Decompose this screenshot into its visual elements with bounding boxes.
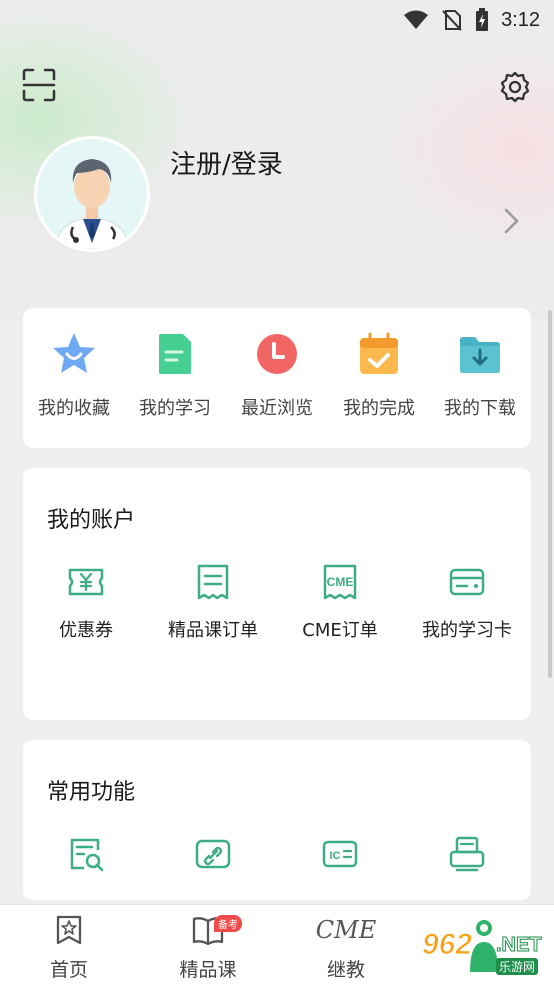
account-item-cme-orders[interactable]: CME CME订单 [277, 562, 403, 642]
document-icon [159, 334, 191, 374]
account-item-label: 我的学习卡 [422, 620, 512, 641]
chevron-right-icon[interactable] [500, 206, 522, 236]
common-item-ic-card[interactable]: IC [277, 834, 403, 874]
clock-icon [257, 334, 297, 374]
avatar[interactable] [34, 136, 150, 252]
quick-item-label: 我的完成 [343, 398, 415, 419]
search-document-icon [70, 838, 104, 872]
quick-actions-card: 我的收藏 我的学习 最近浏览 我的完成 我的下载 [23, 308, 531, 448]
coupon-icon [68, 568, 104, 596]
wifi-icon [404, 10, 429, 29]
battery-charging-icon [476, 8, 489, 31]
account-item-label: 优惠券 [59, 620, 113, 641]
account-item-label: 精品课订单 [168, 620, 258, 641]
common-functions-card: 常用功能 IC [23, 740, 531, 900]
tab-label: 首页 [49, 959, 88, 981]
watermark-sub: 乐游网 [496, 958, 539, 975]
scrollbar[interactable] [548, 310, 552, 678]
link-icon [195, 839, 231, 869]
home-star-icon [56, 915, 82, 945]
account-item-label: CME订单 [302, 620, 378, 641]
common-item-search[interactable] [23, 834, 149, 874]
status-bar: 3:12 [0, 0, 554, 40]
account-item-coupon[interactable]: 优惠券 [23, 562, 149, 642]
tab-continuing-education[interactable]: CME 继教 [286, 913, 406, 982]
receipt-icon [197, 564, 229, 600]
ic-card-icon: IC [322, 840, 358, 868]
tab-label: 继教 [326, 959, 365, 981]
star-icon [53, 333, 95, 373]
quick-item-recent[interactable]: 最近浏览 [226, 330, 328, 420]
quick-item-downloads[interactable]: 我的下载 [429, 330, 531, 420]
tab-premium-courses[interactable]: 备考 精品课 [148, 913, 268, 982]
quick-item-label: 我的下载 [444, 398, 516, 419]
common-item-link[interactable] [150, 834, 276, 874]
common-title: 常用功能 [47, 780, 136, 805]
quick-item-label: 我的收藏 [38, 398, 110, 419]
gear-icon[interactable] [498, 70, 532, 104]
printer-icon [449, 836, 485, 872]
tab-label: 精品课 [179, 959, 237, 981]
scan-icon[interactable] [22, 68, 56, 102]
card-icon [449, 568, 485, 596]
folder-download-icon [460, 337, 500, 373]
watermark-domain: .NET [496, 934, 543, 957]
watermark-logo: 962 .NET 乐游网 [414, 918, 552, 978]
cme-logo: CME [315, 916, 377, 944]
account-item-course-orders[interactable]: 精品课订单 [150, 562, 276, 642]
status-time: 3:12 [501, 8, 540, 31]
quick-item-completed[interactable]: 我的完成 [328, 330, 430, 420]
cme-receipt-icon: CME [323, 564, 357, 600]
account-title: 我的账户 [47, 508, 136, 533]
watermark-number: 962 [421, 928, 473, 962]
tab-home[interactable]: 首页 [9, 913, 129, 982]
cme-receipt-icon-text: CME [327, 575, 354, 589]
no-sim-icon [442, 10, 462, 31]
ic-card-icon-text: IC [330, 850, 341, 862]
exam-prep-badge: 备考 [214, 915, 242, 932]
quick-item-label: 我的学习 [139, 398, 211, 419]
quick-item-label: 最近浏览 [241, 398, 313, 419]
account-item-study-card[interactable]: 我的学习卡 [404, 562, 530, 642]
login-register-link[interactable]: 注册/登录 [170, 144, 283, 181]
account-card: 我的账户 优惠券 精品课订单 CME CME订单 我的学习卡 [23, 468, 531, 720]
common-item-print[interactable] [404, 834, 530, 874]
doctor-avatar-icon [54, 159, 130, 249]
quick-item-favorites[interactable]: 我的收藏 [23, 330, 125, 420]
quick-item-my-study[interactable]: 我的学习 [124, 330, 226, 420]
calendar-check-icon [360, 332, 398, 374]
